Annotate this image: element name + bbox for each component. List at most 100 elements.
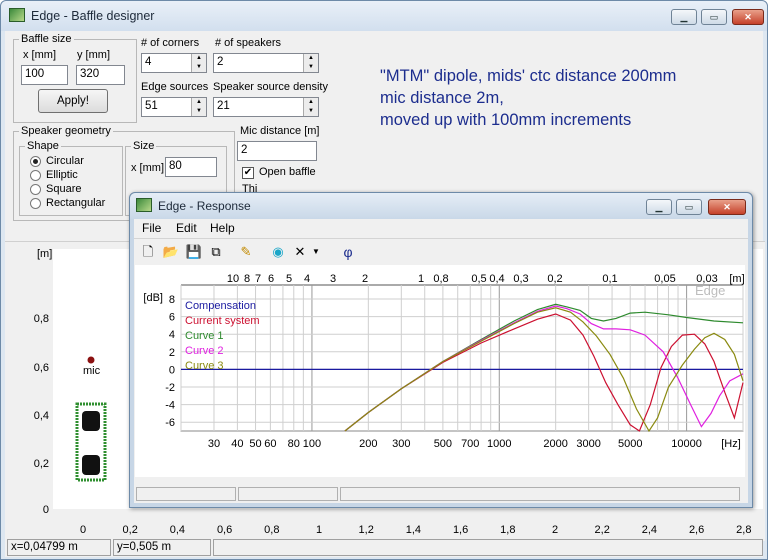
response-statusbar — [134, 485, 748, 503]
close-icon[interactable]: ✕ — [732, 9, 764, 25]
response-window-title: Edge - Response — [158, 199, 251, 213]
plot-x-tick: 0,8 — [264, 524, 279, 536]
speaker-1-icon — [82, 411, 100, 431]
chart-x-tick: 100 — [303, 438, 321, 450]
speakers-spinner[interactable]: 2 ▲ ▼ — [213, 53, 319, 73]
size-x-input[interactable]: 80 — [165, 157, 217, 177]
plot-x-tick: 0,2 — [123, 524, 138, 536]
size-label: Size — [131, 140, 157, 152]
minimize-icon[interactable]: ▁ — [671, 9, 697, 25]
plot-x-tick: 2 — [552, 524, 558, 536]
baffle-x-input[interactable]: 100 — [21, 65, 68, 85]
chart-top-tick: 1 — [418, 273, 424, 285]
speaker-2-icon — [82, 455, 100, 475]
chart-top-tick: 0,8 — [433, 273, 448, 285]
shape-rectangular-radio[interactable] — [30, 198, 41, 209]
chart-x-tick: 10000 — [671, 438, 702, 450]
chart-x-tick: 80 — [288, 438, 300, 450]
legend-entry-4: Curve 3 — [185, 360, 224, 372]
response-maximize-icon[interactable]: ▭ — [676, 199, 702, 215]
chart-top-tick: 0,2 — [547, 273, 562, 285]
baffle-y-label: y [mm] — [77, 49, 110, 61]
open-baffle-checkbox[interactable]: ✔ — [242, 167, 254, 179]
spin-up-icon[interactable]: ▲ — [304, 98, 318, 107]
chart-x-tick: 40 — [231, 438, 243, 450]
shape-circular-label: Circular — [46, 155, 84, 167]
main-titlebar[interactable]: Edge - Baffle designer ▁ ▭ ✕ — [1, 1, 767, 31]
baffle-size-label: Baffle size — [19, 33, 74, 45]
corners-label: # of corners — [141, 37, 200, 49]
response-titlebar[interactable]: Edge - Response ▁ ▭ ✕ — [130, 193, 752, 219]
plot-y-tick: 0,6 — [34, 362, 49, 374]
corners-spinner[interactable]: 4 ▲ ▼ — [141, 53, 207, 73]
spin-down-icon[interactable]: ▼ — [304, 107, 318, 116]
source-density-spinner[interactable]: 21 ▲ ▼ — [213, 97, 319, 117]
source-density-label: Speaker source density — [213, 81, 328, 93]
spin-up-icon[interactable]: ▲ — [304, 54, 318, 63]
chart-plot-frame — [180, 298, 744, 432]
response-minimize-icon[interactable]: ▁ — [646, 199, 672, 215]
response-chart-svg[interactable]: 8 6 4 2 0 -2 -4 -6 [dB] 30 40 50 60 80 100 200 300 500 700… — [135, 265, 745, 477]
plot-y-tick: 0 — [43, 504, 49, 516]
edge-sources-spinner[interactable]: 51 ▲ ▼ — [141, 97, 207, 117]
chart-x-tick: 3000 — [576, 438, 600, 450]
spin-down-icon[interactable]: ▼ — [192, 107, 206, 116]
menu-help[interactable]: Help — [210, 221, 235, 235]
mic-distance-label: Mic distance [m] — [240, 125, 320, 137]
chart-top-tick: 0,05 — [654, 273, 675, 285]
status-y: y=0,505 m — [113, 539, 211, 556]
copy-icon[interactable]: ⧉ — [206, 242, 226, 262]
shape-label: Shape — [25, 140, 61, 152]
response-status-1 — [136, 487, 236, 501]
response-close-icon[interactable]: ✕ — [708, 199, 746, 215]
response-client: File Edit Help 🗋 📂 💾 ⧉ ✎ ◉ ✕ ▼ φ 8 6 4 2 0 -2… — [134, 219, 748, 503]
spin-down-icon[interactable]: ▼ — [192, 63, 206, 72]
menu-file[interactable]: File — [142, 221, 161, 235]
open-icon[interactable]: 📂 — [161, 242, 181, 262]
chart-y-tick: 0 — [169, 364, 175, 376]
edge-sources-label: Edge sources — [141, 81, 209, 93]
plot-x-tick: 2,4 — [642, 524, 657, 536]
phi-icon[interactable]: φ — [338, 242, 358, 262]
chart-top-tick: 7 — [255, 273, 261, 285]
plot-x-tick: 2,6 — [689, 524, 704, 536]
chart-y-tick: -4 — [165, 400, 175, 412]
size-x-label: x [mm] — [131, 162, 164, 174]
plot-y-tick: 0,8 — [34, 313, 49, 325]
menu-edit[interactable]: Edit — [176, 221, 197, 235]
maximize-icon[interactable]: ▭ — [701, 9, 727, 25]
mic-marker[interactable] — [87, 356, 95, 364]
shape-square-radio[interactable] — [30, 184, 41, 195]
legend-entry-1: Current system — [185, 315, 260, 327]
sound-icon[interactable]: ◉ — [268, 242, 288, 262]
shape-circular-radio[interactable] — [30, 156, 41, 167]
new-icon[interactable]: 🗋 — [138, 242, 158, 262]
save-icon[interactable]: 💾 — [184, 242, 204, 262]
legend-entry-3: Curve 2 — [185, 345, 224, 357]
spin-up-icon[interactable]: ▲ — [192, 54, 206, 63]
delete-icon[interactable]: ✕ — [290, 242, 310, 262]
mic-distance-input[interactable]: 2 — [237, 141, 317, 161]
chart-x-tick: 700 — [461, 438, 479, 450]
shape-elliptic-label: Elliptic — [46, 169, 78, 181]
response-chart[interactable]: 8 6 4 2 0 -2 -4 -6 [dB] 30 40 50 60 80 100 200 300 500 700… — [135, 265, 745, 477]
chart-top-tick: 10 — [227, 273, 239, 285]
shape-rectangular-label: Rectangular — [46, 197, 106, 209]
pencil-icon[interactable]: ✎ — [236, 242, 256, 262]
plot-x-tick: 1,8 — [500, 524, 515, 536]
spin-down-icon[interactable]: ▼ — [304, 63, 318, 72]
apply-button[interactable]: Apply! — [38, 89, 108, 113]
baffle-y-input[interactable]: 320 — [76, 65, 125, 85]
open-baffle-label: Open baffle — [259, 166, 316, 178]
plot-x-tick: 0,6 — [217, 524, 232, 536]
spin-up-icon[interactable]: ▲ — [192, 98, 206, 107]
source-density-value: 21 — [217, 100, 230, 112]
shape-elliptic-radio[interactable] — [30, 170, 41, 181]
plot-x-tick: 1,4 — [406, 524, 421, 536]
response-window: Edge - Response ▁ ▭ ✕ File Edit Help 🗋 📂… — [129, 192, 753, 508]
baffle-shape[interactable] — [75, 402, 107, 482]
dropdown-icon[interactable]: ▼ — [310, 242, 322, 262]
chart-top-tick: 8 — [244, 273, 250, 285]
chart-y-label: [dB] — [143, 292, 163, 304]
plot-x-tick: 2,2 — [595, 524, 610, 536]
